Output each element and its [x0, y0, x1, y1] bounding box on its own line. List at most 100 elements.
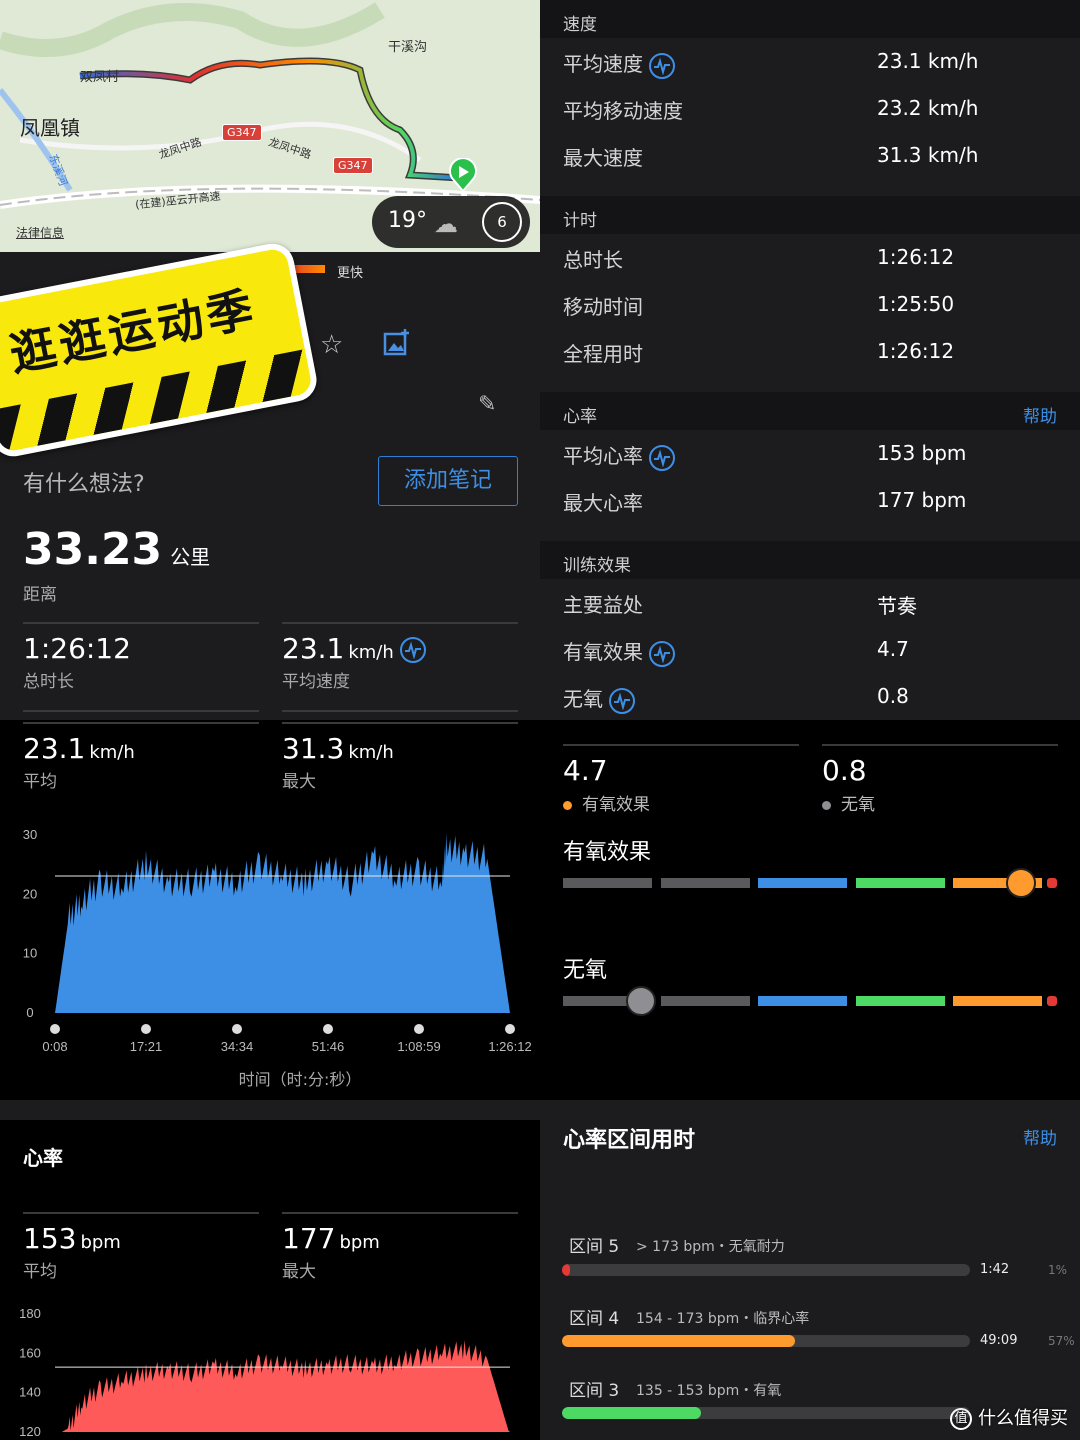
scale-end-marker	[1047, 878, 1057, 888]
x-tick-dot	[323, 1024, 333, 1034]
x-tick-dot	[505, 1024, 515, 1034]
hr-max-label: 最大	[282, 1262, 316, 1282]
hr-chart[interactable]: 120 140 160 180	[0, 1300, 540, 1440]
detail-value: 1:26:12	[877, 245, 955, 269]
heart-header: 心率 帮助	[540, 392, 1080, 430]
hr-zones-section: 心率区间用时 帮助 区间 5 > 173 bpm・无氧耐力 1:42 1% 区间…	[540, 1100, 1080, 1440]
pulse-icon[interactable]	[649, 52, 675, 79]
detail-value: 153 bpm	[877, 441, 967, 465]
scale-segment	[758, 996, 847, 1006]
x-tick-label: 0:08	[42, 1039, 67, 1054]
anaerobic-value: 0.8	[822, 754, 867, 787]
heart-rate-section: 心率 153 bpm 平均 177 bpm 最大 120 140 160 180	[0, 1120, 540, 1440]
legend-fast: 更快	[337, 266, 364, 281]
timing-header: 计时	[540, 196, 1080, 234]
detail-value: 1:26:12	[877, 339, 955, 363]
watermark-text: 什么值得买	[978, 1408, 1068, 1429]
edit-pencil-icon[interactable]: ✎	[478, 392, 496, 417]
divider	[822, 744, 1058, 746]
x-tick-dot	[232, 1024, 242, 1034]
avg-speed-number: 23.1	[282, 632, 345, 665]
detail-value: 节奏	[877, 594, 917, 618]
scale-knob	[625, 986, 656, 1016]
hr-avg-number: 153	[23, 1222, 77, 1255]
add-note-button[interactable]: 添加笔记	[378, 456, 518, 506]
scale-segment	[660, 996, 750, 1006]
training-effect-section: 4.7 有氧效果 0.8 无氧 有氧效果 无氧	[540, 720, 1080, 1080]
detail-key: 平均心率	[563, 440, 675, 471]
speed-max-label: 最大	[282, 772, 316, 792]
x-tick-dot	[414, 1024, 424, 1034]
avg-speed-value: 23.1 km/h	[282, 632, 426, 665]
aerobic-scale-title: 有氧效果	[563, 840, 652, 865]
detail-key: 全程用时	[563, 342, 643, 366]
wind-indicator: 6	[482, 202, 522, 242]
zone-desc: 154 - 173 bpm・临界心率	[636, 1311, 810, 1327]
hr-avg-label: 平均	[23, 1262, 57, 1282]
distance-value: 33.23 公里	[23, 524, 210, 575]
distance-number: 33.23	[23, 524, 163, 575]
pulse-icon[interactable]	[649, 640, 675, 667]
avg-speed-unit: km/h	[348, 642, 394, 663]
speed-avg-unit: km/h	[89, 742, 135, 763]
speed-max-value: 31.3 km/h	[282, 732, 394, 765]
y-tick-label: 160	[19, 1345, 41, 1360]
star-icon[interactable]: ☆	[320, 330, 343, 360]
zones-help-link[interactable]: 帮助	[1023, 1124, 1057, 1149]
y-tick-label: 20	[23, 886, 37, 901]
zone-bar-fill	[562, 1264, 571, 1276]
detail-row: 主要益处 节奏	[540, 579, 1080, 626]
aerobic-dot	[563, 800, 572, 810]
pulse-icon[interactable]	[649, 444, 675, 471]
note-prompt[interactable]: 有什么想法?	[23, 466, 145, 498]
detail-key: 最大速度	[563, 146, 643, 170]
route-map[interactable]: 双凤村 凤凰镇 干溪沟 龙凤中路 龙凤中路 (在建)巫云开高速 东溪河 法律信息…	[0, 0, 540, 252]
divider	[23, 1212, 259, 1214]
speed-avg-label: 平均	[23, 772, 57, 792]
weather-widget: 19° ☁ 6	[372, 196, 530, 248]
divider	[282, 1212, 518, 1214]
heart-help-link[interactable]: 帮助	[1023, 402, 1057, 427]
pulse-icon[interactable]	[399, 637, 426, 663]
zone-pct: 57%	[1048, 1334, 1075, 1348]
detail-row: 平均心率 153 bpm	[540, 430, 1080, 477]
scale-end-marker	[1047, 996, 1057, 1006]
x-tick-label: 1:26:12	[488, 1039, 531, 1054]
activity-summary-panel: 更慢 更快 逛逛运动季 ☆ ✎ 有什么想法? 添加笔记 33.23公里 距离 1…	[0, 239, 540, 720]
speed-max-unit: km/h	[348, 742, 394, 763]
pulse-icon[interactable]	[609, 687, 635, 714]
detail-key: 无氧	[563, 683, 635, 714]
detail-key: 平均移动速度	[563, 99, 683, 123]
legal-link[interactable]: 法律信息	[16, 224, 64, 241]
speed-avg-value: 23.1 km/h	[23, 732, 135, 765]
zone-bar-fill	[562, 1407, 701, 1419]
hr-max-unit: bpm	[339, 1232, 380, 1253]
y-tick-label: 0	[26, 1005, 33, 1020]
speed-header-label: 速度	[563, 15, 597, 35]
divider	[563, 744, 799, 746]
road-tag: G347	[222, 124, 262, 141]
add-photo-icon[interactable]	[383, 328, 411, 356]
y-tick-label: 140	[19, 1385, 41, 1400]
scale-segment	[855, 996, 945, 1006]
detail-key: 有氧效果	[563, 636, 675, 667]
detail-row: 平均移动速度 23.2 km/h	[540, 85, 1080, 132]
detail-key: 平均速度	[563, 48, 675, 79]
detail-key-text: 无氧	[563, 687, 603, 711]
scale-segment	[953, 996, 1042, 1006]
zone-desc: 135 - 153 bpm・有氧	[636, 1383, 782, 1399]
duration-value: 1:26:12	[23, 632, 131, 665]
speed-chart-section: 23.1 km/h 平均 31.3 km/h 最大 0 10 20 30 0:08 17:21…	[0, 720, 540, 1100]
detail-row: 全程用时 1:26:12	[540, 328, 1080, 375]
hr-avg-unit: bpm	[80, 1232, 121, 1253]
zone-pct: 1%	[1048, 1263, 1068, 1277]
speed-chart[interactable]: 0 10 20 30 0:08 17:21 34:34 51:46 1:08:59 1:26:12	[0, 820, 540, 1070]
zone-time: 49:09	[980, 1333, 1018, 1348]
x-tick-label: 17:21	[130, 1039, 163, 1054]
zone-bar	[562, 1407, 970, 1419]
promo-sticker: 逛逛运动季	[0, 239, 321, 461]
start-pin-icon	[449, 158, 477, 192]
detail-row: 最大心率 177 bpm	[540, 477, 1080, 524]
scale-segment	[660, 878, 750, 888]
detail-value: 177 bpm	[877, 488, 967, 512]
